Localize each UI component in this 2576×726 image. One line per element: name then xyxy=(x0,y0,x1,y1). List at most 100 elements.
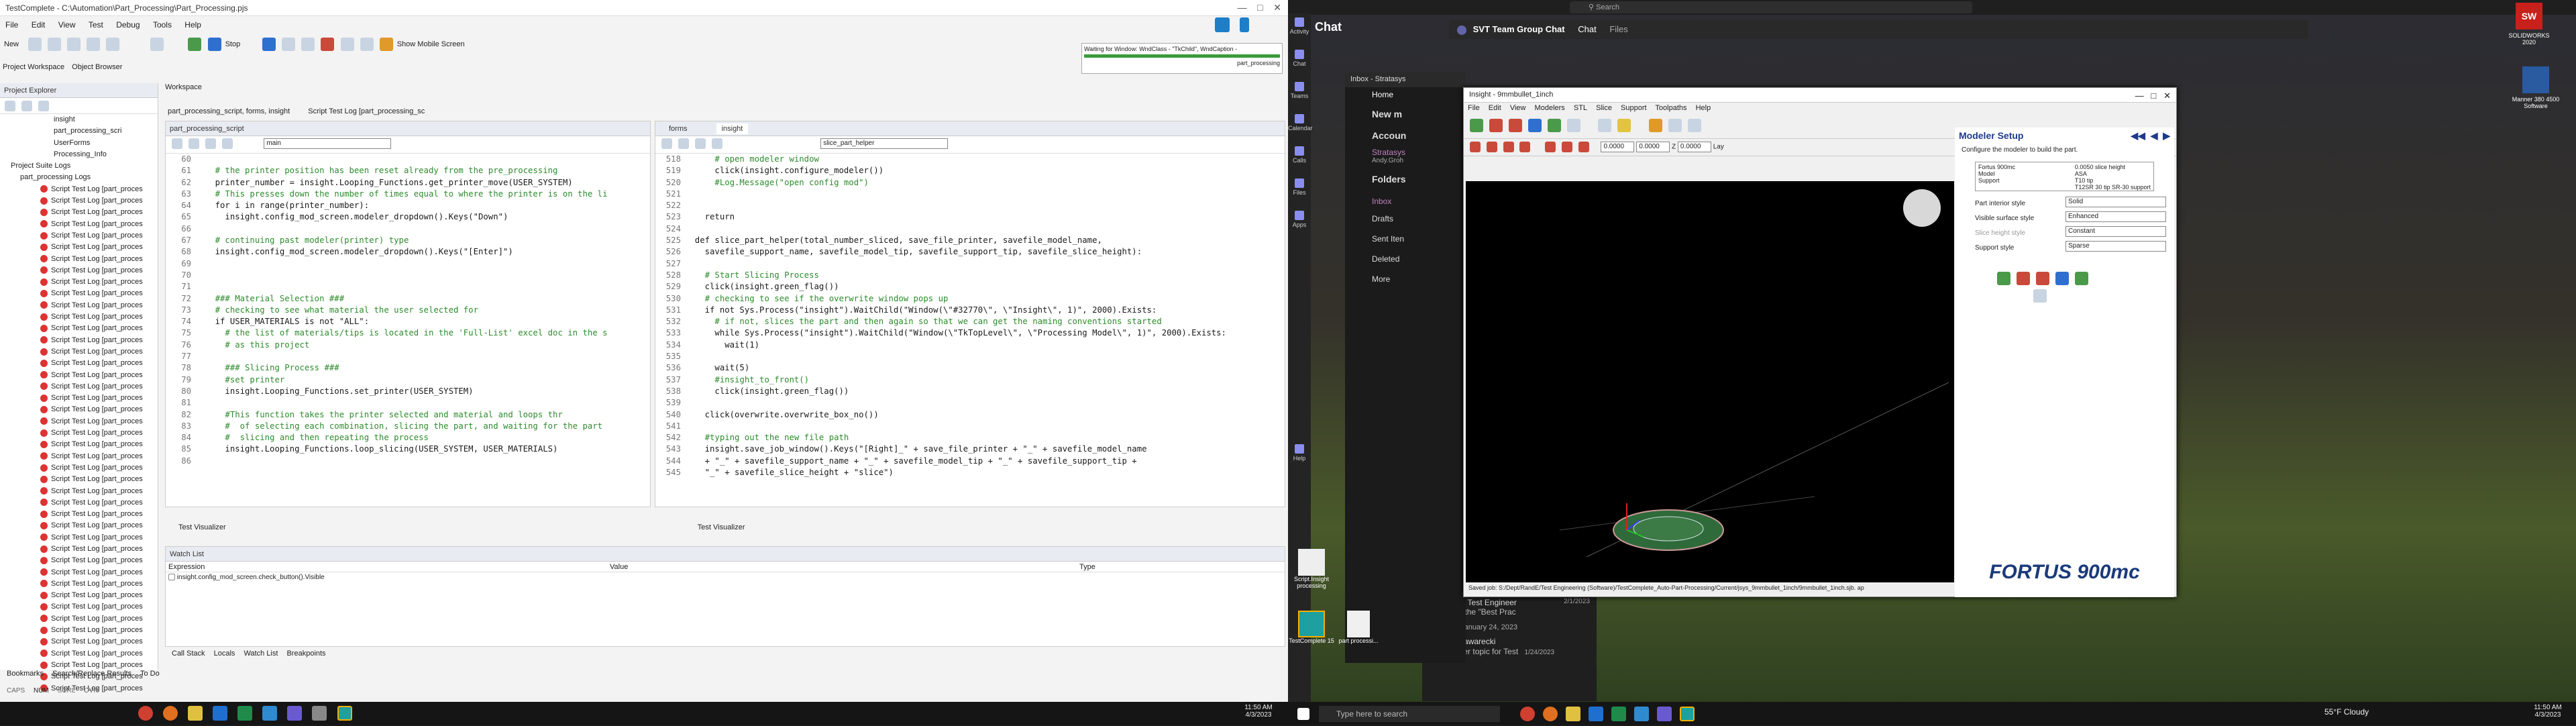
zoom-fit-icon[interactable] xyxy=(1687,119,1701,132)
testcomplete-icon[interactable] xyxy=(337,706,352,721)
code-line[interactable]: 542 #typing out the new file path xyxy=(657,432,1285,444)
setting-dropdown[interactable]: Solid xyxy=(2065,197,2166,207)
code-line[interactable]: 532 # if not, slices the part and then a… xyxy=(657,316,1285,327)
undo-icon[interactable] xyxy=(48,38,62,51)
code-line[interactable]: 66 xyxy=(167,223,650,235)
outdent-icon[interactable] xyxy=(678,138,690,149)
record-panel-icon[interactable] xyxy=(1215,17,1230,32)
menu-support[interactable]: Support xyxy=(1621,104,1647,112)
code-line[interactable]: 539 xyxy=(657,397,1285,409)
code-line[interactable]: 523 return xyxy=(657,211,1285,223)
log-item[interactable]: Script Test Log [part_proces xyxy=(0,451,158,462)
log-item[interactable]: Script Test Log [part_proces xyxy=(0,230,158,242)
firefox-icon[interactable] xyxy=(1543,707,1558,721)
tab-object-browser[interactable]: Object Browser xyxy=(72,63,122,71)
log-item[interactable]: Script Test Log [part_proces xyxy=(0,601,158,613)
code-line[interactable]: 63 # This presses down the number of tim… xyxy=(167,189,650,200)
tab-call-stack[interactable]: Call Stack xyxy=(172,650,205,658)
teams-icon[interactable] xyxy=(1657,707,1672,721)
pause-icon[interactable] xyxy=(262,38,276,51)
rail-files[interactable]: Files xyxy=(1288,174,1311,207)
align-icon[interactable] xyxy=(1470,142,1481,152)
outlook-icon[interactable] xyxy=(213,706,228,721)
tab-todo[interactable]: To Do xyxy=(140,670,160,678)
rail-help[interactable]: Help xyxy=(1288,440,1311,472)
tree-item[interactable]: Processing_Info xyxy=(0,149,158,160)
code-line[interactable]: 530 # checking to see if the overwrite w… xyxy=(657,293,1285,305)
forward-icon[interactable] xyxy=(222,138,233,149)
clock-left[interactable]: 11:50 AM 4/3/2023 xyxy=(1232,704,1285,719)
rail-calendar[interactable]: Calendar xyxy=(1288,110,1313,142)
menu-item-debug[interactable]: Debug xyxy=(116,20,140,30)
back-icon[interactable] xyxy=(205,138,217,149)
desktop-icon-solidworks[interactable]: SW SOLIDWORKS 2020 xyxy=(2506,0,2553,60)
code-line[interactable]: 518 # open modeler window xyxy=(657,154,1285,165)
app-icon[interactable] xyxy=(312,706,327,721)
line-icon[interactable] xyxy=(1578,142,1589,152)
add-icon[interactable] xyxy=(5,101,15,111)
folder-drafts[interactable]: Drafts xyxy=(1345,209,1466,229)
folder-icon[interactable] xyxy=(1566,707,1580,721)
field-x[interactable]: 0.0000 xyxy=(1601,142,1635,152)
code-line[interactable]: 65 insight.config_mod_screen.modeler_dro… xyxy=(167,211,650,223)
log-item[interactable]: Script Test Log [part_proces xyxy=(0,219,158,230)
menu-slice[interactable]: Slice xyxy=(1596,104,1612,112)
log-item[interactable]: Script Test Log [part_proces xyxy=(0,532,158,543)
code-line[interactable]: 519 click(insight.configure_modeler()) xyxy=(657,165,1285,176)
tab-chat[interactable]: Chat xyxy=(1578,24,1596,34)
log-item[interactable]: Script Test Log [part_proces xyxy=(0,636,158,647)
log-item[interactable]: Script Test Log [part_proces xyxy=(0,358,158,369)
folder-deleted[interactable]: Deleted xyxy=(1345,249,1466,269)
rail-chat[interactable]: Chat xyxy=(1288,46,1311,78)
tab-breakpoints[interactable]: Breakpoints xyxy=(286,650,325,658)
code-line[interactable]: 521 xyxy=(657,189,1285,200)
pause-panel-icon[interactable] xyxy=(1240,17,1250,32)
log-item[interactable]: Script Test Log [part_proces xyxy=(0,486,158,497)
code-line[interactable]: 535 xyxy=(657,351,1285,362)
new-mail-button[interactable]: New m xyxy=(1345,105,1466,123)
slice-icon[interactable] xyxy=(1489,119,1503,132)
log-item[interactable]: Script Test Log [part_proces xyxy=(0,590,158,601)
log-item[interactable]: Script Test Log [part_proces xyxy=(0,439,158,450)
menu-view[interactable]: View xyxy=(1510,104,1526,112)
log-item[interactable]: Script Test Log [part_proces xyxy=(0,242,158,253)
code-line[interactable]: 73 # checking to see what material the u… xyxy=(167,305,650,316)
layer-icon[interactable] xyxy=(2075,272,2089,285)
align-icon[interactable] xyxy=(1503,142,1514,152)
back-icon[interactable] xyxy=(695,138,706,149)
menu-item-view[interactable]: View xyxy=(58,20,76,30)
log-item[interactable]: Script Test Log [part_proces xyxy=(0,427,158,439)
outlook-icon[interactable] xyxy=(1589,707,1603,721)
excel-icon[interactable] xyxy=(1611,707,1626,721)
menu-item-file[interactable]: File xyxy=(5,20,18,30)
tab-files[interactable]: Files xyxy=(1609,24,1627,34)
log-item[interactable]: Script Test Log [part_proces xyxy=(0,207,158,218)
window-controls[interactable]: — □ ✕ xyxy=(1006,0,1288,16)
code-line[interactable]: 71 xyxy=(167,281,650,293)
log-item[interactable]: Script Test Log [part_proces xyxy=(0,195,158,207)
menu-file[interactable]: File xyxy=(1468,104,1480,112)
code-line[interactable]: 76 # as this project xyxy=(167,340,650,351)
tab-editor-main[interactable]: part_processing_script, forms, insight xyxy=(168,107,290,115)
log-item[interactable]: Script Test Log [part_proces xyxy=(0,625,158,636)
layer-icon[interactable] xyxy=(1548,119,1562,132)
log-item[interactable]: Script Test Log [part_proces xyxy=(0,346,158,358)
cut-icon[interactable] xyxy=(87,38,101,51)
code-line[interactable]: 70 xyxy=(167,270,650,281)
code-line[interactable]: 540 click(overwrite.overwrite_box_no()) xyxy=(657,409,1285,421)
log-item[interactable]: Script Test Log [part_proces xyxy=(0,288,158,299)
weather-widget[interactable]: 55°F Cloudy xyxy=(2324,707,2398,717)
zoom-out-icon[interactable] xyxy=(1668,119,1682,132)
insight-window-controls[interactable]: — □ ✕ xyxy=(2135,91,2171,101)
code-line[interactable]: 543 insight.save_job_window().Keys("[Rig… xyxy=(657,444,1285,455)
tab-project-workspace[interactable]: Project Workspace xyxy=(3,63,64,71)
code-line[interactable]: 533 while Sys.Process("insight").WaitChi… xyxy=(657,327,1285,339)
tab-search-replace[interactable]: Search/Replace Results xyxy=(52,670,131,678)
code-line[interactable]: 84 # slicing and then repeating the proc… xyxy=(167,432,650,444)
folder-sent[interactable]: Sent Iten xyxy=(1345,229,1466,249)
folder-inbox[interactable]: Inbox xyxy=(1345,194,1466,209)
code-line[interactable]: 531 if not Sys.Process("insight").WaitCh… xyxy=(657,305,1285,316)
zoom-in-icon[interactable] xyxy=(1648,119,1662,132)
support-icon[interactable] xyxy=(1509,119,1523,132)
log-item[interactable]: Script Test Log [part_proces xyxy=(0,335,158,346)
